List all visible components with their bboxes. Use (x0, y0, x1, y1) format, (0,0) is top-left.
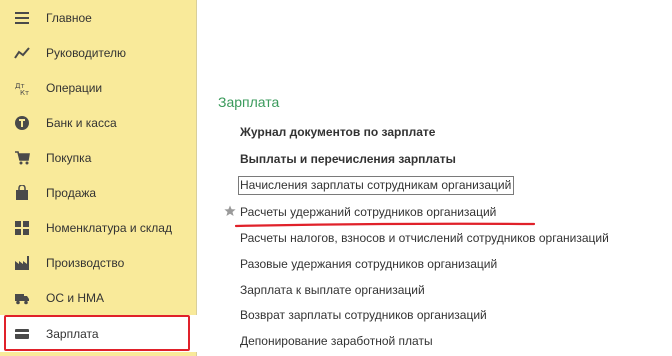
svg-text:Кт: Кт (20, 89, 29, 96)
sidebar-item-sales[interactable]: Продажа (0, 175, 197, 210)
link-one-time-deductions[interactable]: Разовые удержания сотрудников организаци… (240, 257, 497, 271)
red-underline-annotation (235, 222, 535, 228)
sidebar-item-salary[interactable]: Зарплата (0, 315, 197, 352)
sidebar-item-label: ОС и НМА (46, 290, 105, 305)
sidebar-item-label: Зарплата (46, 326, 99, 341)
sidebar-item-bank[interactable]: Банк и касса (0, 105, 197, 140)
link-salary-return[interactable]: Возврат зарплаты сотрудников организаций (240, 308, 487, 322)
truck-icon (14, 290, 30, 306)
sidebar-item-label: Операции (46, 80, 103, 95)
main-panel: Зарплата Журнал документов по зарплате В… (198, 0, 672, 356)
sidebar-item-manager[interactable]: Руководителю (0, 35, 197, 70)
cart-icon (14, 150, 30, 166)
factory-icon (14, 255, 30, 271)
sidebar-item-label: Главное (46, 10, 92, 25)
sidebar: Главное Руководителю Дт Кт Операции Банк … (0, 0, 197, 356)
menu-lines-icon (14, 10, 30, 26)
sidebar-item-label: Продажа (46, 185, 97, 200)
sidebar-item-label: Банк и касса (46, 115, 117, 130)
sidebar-item-production[interactable]: Производство (0, 245, 197, 280)
sidebar-item-label: Покупка (46, 150, 92, 165)
sidebar-item-main[interactable]: Главное (0, 0, 197, 35)
dt-kt-icon: Дт Кт (14, 80, 30, 96)
link-tax-calculations[interactable]: Расчеты налогов, взносов и отчислений со… (240, 231, 609, 245)
link-accruals[interactable]: Начисления зарплаты сотрудникам организа… (238, 176, 515, 195)
sidebar-item-label: Номенклатура и склад (46, 220, 172, 235)
bag-icon (14, 184, 30, 201)
star-icon[interactable] (224, 205, 236, 217)
section-title: Зарплата (218, 94, 280, 110)
sidebar-item-operations[interactable]: Дт Кт Операции (0, 70, 197, 105)
link-payments-transfers[interactable]: Выплаты и перечисления зарплаты (240, 152, 456, 166)
coin-icon (14, 115, 30, 131)
link-deposit-salary[interactable]: Депонирование заработной платы (240, 334, 433, 348)
wallet-icon (14, 326, 30, 342)
sidebar-item-label: Руководителю (46, 45, 127, 60)
grid-icon (14, 220, 30, 236)
link-deduction-calculations[interactable]: Расчеты удержаний сотрудников организаци… (240, 205, 496, 219)
sidebar-item-nomenclature[interactable]: Номенклатура и склад (0, 210, 197, 245)
chart-icon (14, 45, 30, 61)
link-payroll-journal[interactable]: Журнал документов по зарплате (240, 125, 435, 139)
link-salary-to-pay[interactable]: Зарплата к выплате организаций (240, 283, 425, 297)
sidebar-item-label: Производство (46, 255, 125, 270)
sidebar-item-purchase[interactable]: Покупка (0, 140, 197, 175)
sidebar-item-fixed-assets[interactable]: ОС и НМА (0, 280, 197, 315)
